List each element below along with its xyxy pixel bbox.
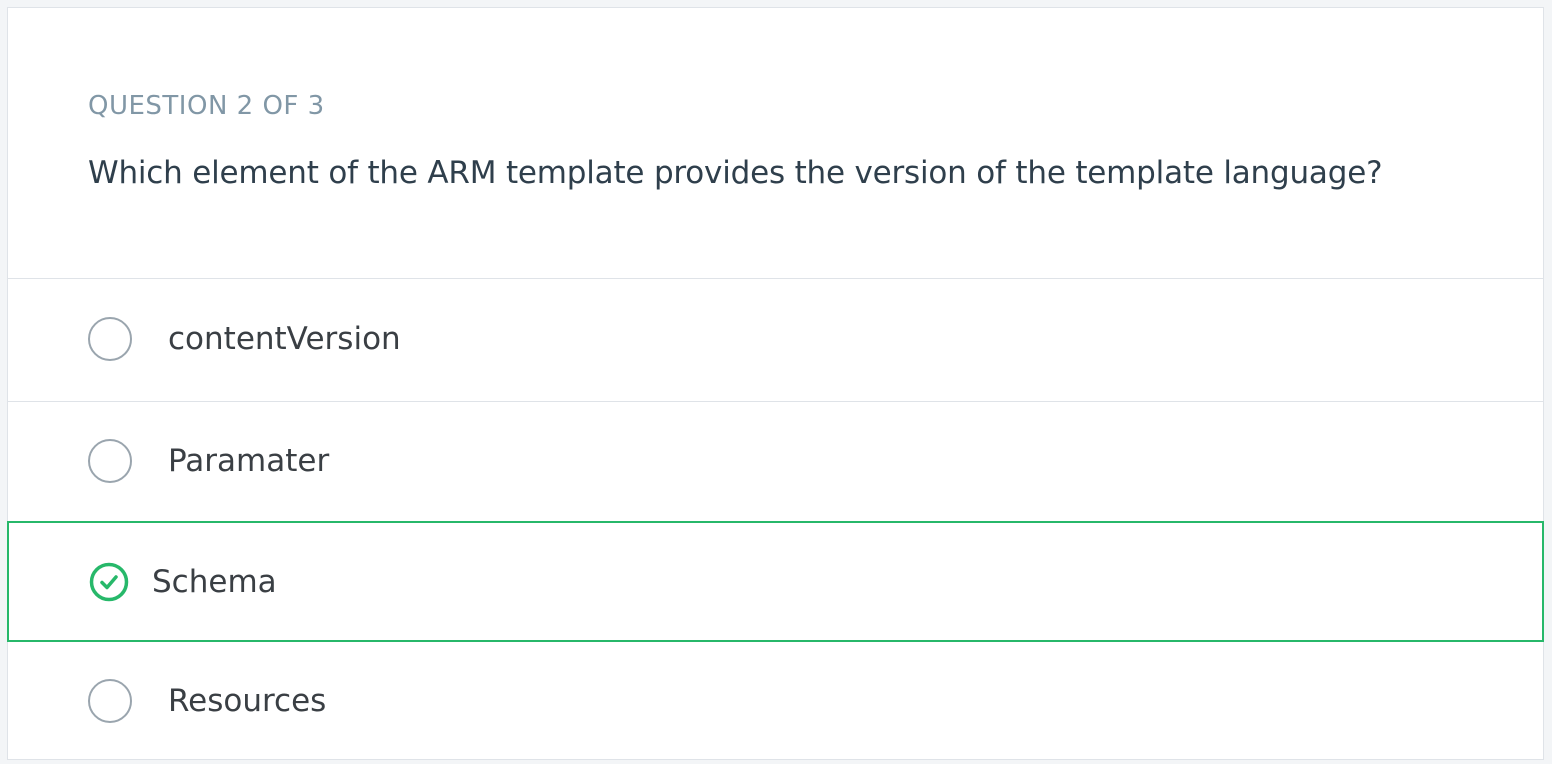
option-label: contentVersion <box>168 321 401 357</box>
question-text: Which element of the ARM template provid… <box>88 155 1383 191</box>
question-header: QUESTION 2 OF 3 Which element of the ARM… <box>8 8 1543 279</box>
quiz-card: QUESTION 2 OF 3 Which element of the ARM… <box>7 7 1544 760</box>
option-label: Paramater <box>168 443 330 479</box>
radio-button-icon[interactable] <box>88 679 132 723</box>
answer-option-schema[interactable]: Schema <box>7 521 1544 642</box>
question-counter: QUESTION 2 OF 3 <box>88 91 325 121</box>
radio-button-icon[interactable] <box>88 439 132 483</box>
answer-option-contentversion[interactable]: contentVersion <box>8 279 1543 402</box>
radio-button-icon[interactable] <box>88 317 132 361</box>
answer-option-paramater[interactable]: Paramater <box>8 402 1543 521</box>
option-label: Schema <box>152 564 277 600</box>
check-circle-icon <box>89 562 129 602</box>
answer-option-resources[interactable]: Resources <box>8 642 1543 759</box>
option-label: Resources <box>168 683 327 719</box>
